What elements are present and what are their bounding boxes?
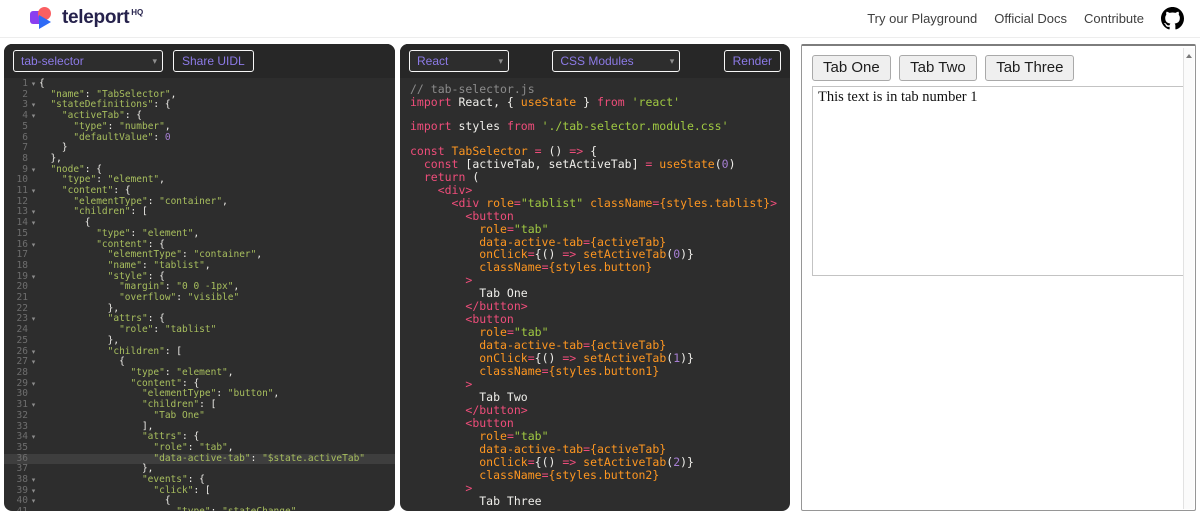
nav-link-playground[interactable]: Try our Playground xyxy=(867,11,977,26)
preview-tab-one-button[interactable]: Tab One xyxy=(812,55,891,81)
generated-code-editor[interactable]: // tab-selector.js import React, { useSta… xyxy=(400,78,790,511)
generated-code-panel: React CSS Modules Render // tab-selector… xyxy=(400,44,790,511)
project-selector-value: tab-selector xyxy=(21,54,84,68)
preview-tab-content: This text is in tab number 1 xyxy=(812,86,1184,276)
logo-wordmark: teleport xyxy=(62,7,130,28)
uidl-code-editor[interactable]: 1 ▾{2 "name": "TabSelector", 3 ▾ "stateDefi… xyxy=(4,78,395,511)
preview-tab-two-button[interactable]: Tab Two xyxy=(899,55,977,81)
style-flavor-value: CSS Modules xyxy=(560,54,634,68)
render-button[interactable]: Render xyxy=(723,50,781,72)
preview-content: Tab One Tab Two Tab Three This text is i… xyxy=(802,46,1195,276)
nav-link-docs[interactable]: Official Docs xyxy=(994,11,1067,26)
framework-selector-dropdown[interactable]: React xyxy=(409,50,509,72)
uidl-editor-panel: tab-selector Share UIDL 1▾{2 "name": "Ta… xyxy=(4,44,395,511)
preview-tab-three-button[interactable]: Tab Three xyxy=(985,55,1075,81)
teleporthq-logo[interactable]: teleport HQ xyxy=(30,6,143,31)
style-flavor-dropdown[interactable]: CSS Modules xyxy=(552,50,681,72)
project-selector-dropdown[interactable]: tab-selector xyxy=(13,50,163,72)
app-header: teleport HQ Try our Playground Official … xyxy=(0,0,1200,38)
preview-tablist: Tab One Tab Two Tab Three xyxy=(812,55,1195,81)
scroll-up-arrow-icon[interactable] xyxy=(1184,50,1194,62)
logo-hq-sup: HQ xyxy=(131,8,144,17)
code-toolbar: React CSS Modules Render xyxy=(400,44,790,78)
uidl-toolbar: tab-selector Share UIDL xyxy=(4,44,395,78)
github-icon[interactable] xyxy=(1161,7,1184,30)
nav-link-contribute[interactable]: Contribute xyxy=(1084,11,1144,26)
share-uidl-button[interactable]: Share UIDL xyxy=(173,50,254,72)
framework-selector-value: React xyxy=(417,54,449,68)
preview-scrollbar[interactable] xyxy=(1183,48,1194,509)
render-preview-panel: Tab One Tab Two Tab Three This text is i… xyxy=(801,44,1196,511)
logo-triangle-shape xyxy=(39,15,51,29)
teleporthq-logo-icon xyxy=(30,7,55,31)
header-nav: Try our Playground Official Docs Contrib… xyxy=(867,7,1184,30)
